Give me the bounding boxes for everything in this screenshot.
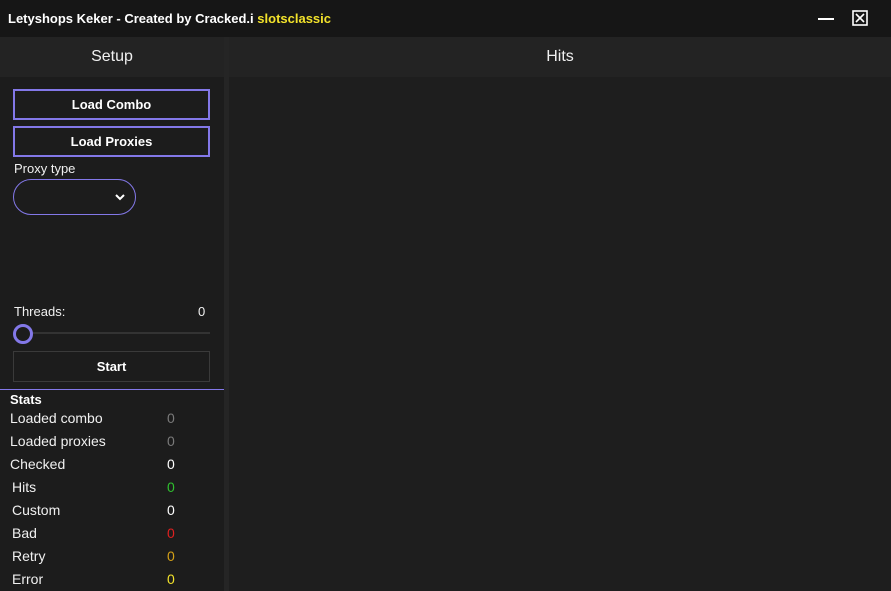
hits-header: Hits xyxy=(229,37,891,77)
title-bar: Letyshops Keker - Created by Cracked.i s… xyxy=(0,0,891,37)
stat-label: Retry xyxy=(12,548,46,564)
stat-row-retry: Retry 0 xyxy=(0,548,224,568)
stat-row-custom: Custom 0 xyxy=(0,502,224,522)
setup-panel: Setup Load Combo Load Proxies Proxy type… xyxy=(0,37,224,591)
window-title: Letyshops Keker - Created by Cracked.i s… xyxy=(8,11,331,26)
stat-label: Hits xyxy=(12,479,37,495)
window-title-user: slotsclassic xyxy=(257,11,331,26)
window-title-main: Letyshops Keker - Created by Cracked.i xyxy=(8,11,254,26)
load-proxies-button[interactable]: Load Proxies xyxy=(13,126,210,157)
stat-value: 0 xyxy=(167,525,175,541)
stat-value: 0 xyxy=(167,410,175,426)
stat-label: Checked xyxy=(10,456,66,472)
threads-label: Threads: xyxy=(14,304,66,319)
minimize-button[interactable] xyxy=(815,8,837,30)
stat-value: 0 xyxy=(167,502,175,518)
stats-divider xyxy=(0,389,224,390)
close-icon xyxy=(852,10,868,26)
threads-slider-thumb[interactable] xyxy=(13,324,33,344)
threads-value: 0 xyxy=(198,304,206,319)
stat-value: 0 xyxy=(167,571,175,587)
stats-title: Stats xyxy=(10,392,42,407)
stat-label: Custom xyxy=(12,502,61,518)
start-button[interactable]: Start xyxy=(13,351,210,382)
stat-label: Loaded proxies xyxy=(10,433,106,449)
stat-label: Error xyxy=(12,571,44,587)
stat-row-checked: Checked 0 xyxy=(0,456,224,476)
stat-value: 0 xyxy=(167,456,175,472)
stat-row-loaded-combo: Loaded combo 0 xyxy=(0,410,224,430)
proxy-type-label: Proxy type xyxy=(14,161,76,176)
proxy-type-select[interactable] xyxy=(13,179,136,215)
stat-value: 0 xyxy=(167,433,175,449)
stat-row-hits: Hits 0 xyxy=(0,479,224,499)
stat-label: Bad xyxy=(12,525,37,541)
hits-panel: Hits xyxy=(229,37,891,591)
close-button[interactable] xyxy=(850,8,872,30)
threads-slider-track[interactable] xyxy=(14,332,210,334)
stat-value: 0 xyxy=(167,548,175,564)
chevron-down-icon xyxy=(115,194,125,201)
stat-label: Loaded combo xyxy=(10,410,103,426)
load-combo-button[interactable]: Load Combo xyxy=(13,89,210,120)
stat-row-bad: Bad 0 xyxy=(0,525,224,545)
stat-row-error: Error 0 xyxy=(0,571,224,591)
stat-value: 0 xyxy=(167,479,175,495)
stat-row-loaded-proxies: Loaded proxies 0 xyxy=(0,433,224,453)
setup-header: Setup xyxy=(0,37,224,77)
